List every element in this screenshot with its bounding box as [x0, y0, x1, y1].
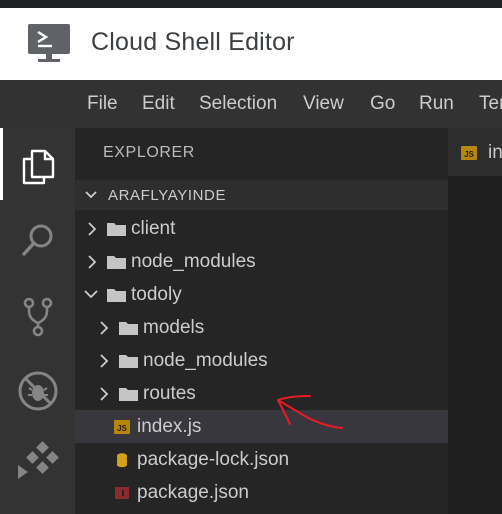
app-header: Cloud Shell Editor [0, 8, 502, 80]
workspace-section-header[interactable]: ARAFLYAYINDE [75, 180, 448, 210]
tree-item-label: routes [143, 383, 196, 404]
chevron-right-icon [100, 321, 109, 335]
source-control-button[interactable] [0, 284, 75, 350]
search-icon [21, 224, 52, 256]
tree-item-label: todoly [131, 284, 182, 305]
menu-edit[interactable]: Edit [142, 93, 175, 115]
folder-icon [107, 223, 126, 236]
chevron-right-icon [88, 255, 97, 269]
tree-item-index-js[interactable]: JS index.js [75, 410, 448, 443]
menu-view[interactable]: View [303, 93, 344, 115]
tree-item-label: client [131, 218, 176, 239]
chevron-right-icon [100, 387, 109, 401]
explorer-title: EXPLORER [103, 144, 195, 161]
chevron-right-icon [100, 354, 109, 368]
tree-item-routes[interactable]: routes [75, 377, 448, 410]
tree-item-label: package-lock.json [137, 449, 290, 470]
run-debug-button[interactable] [0, 358, 75, 424]
workspace-name: ARAFLYAYINDE [108, 187, 227, 204]
tree-item-node-modules[interactable]: node_modules [75, 245, 448, 278]
tree-item-package-json[interactable]: package.json [75, 476, 448, 509]
folder-icon [119, 355, 138, 368]
files-icon [22, 149, 54, 185]
chevron-down-icon [85, 191, 97, 199]
annotation-arrow-icon [277, 395, 343, 429]
js-file-icon: JS [461, 146, 477, 160]
menu-terminal[interactable]: Terminal [479, 93, 502, 115]
tree-item-label: node_modules [131, 251, 256, 272]
menu-bar: File Edit Selection View Go Run Terminal [0, 80, 502, 128]
npm-icon [115, 487, 129, 499]
menu-run[interactable]: Run [419, 93, 454, 115]
menu-selection[interactable]: Selection [199, 93, 277, 115]
tree-item-label: package.json [137, 482, 249, 503]
svg-text:JS: JS [464, 150, 474, 159]
tree-item-label: models [143, 317, 205, 338]
search-button[interactable] [0, 207, 75, 273]
app-title: Cloud Shell Editor [91, 28, 295, 56]
folder-icon [119, 322, 138, 335]
database-icon [117, 453, 127, 468]
folder-icon [107, 256, 126, 269]
tab-label: index.js [488, 142, 502, 163]
editor-tab-bar: JS index.js [448, 128, 502, 176]
folder-icon [119, 388, 138, 401]
chevron-down-icon [84, 290, 98, 299]
menu-file[interactable]: File [87, 93, 118, 115]
extensions-button[interactable] [0, 428, 75, 494]
editor-area: JS index.js [448, 128, 502, 514]
js-file-icon: JS [114, 420, 130, 434]
cloud-shell-logo-icon [28, 24, 70, 62]
tree-item-client[interactable]: client [75, 212, 448, 245]
tree-item-label: index.js [137, 416, 202, 437]
svg-text:JS: JS [117, 424, 127, 433]
top-strip [0, 0, 502, 8]
tab-index-js[interactable]: JS index.js [448, 128, 502, 176]
extensions-icon [17, 441, 59, 479]
tree-item-todoly-node-modules[interactable]: node_modules [75, 344, 448, 377]
chevron-right-icon [88, 222, 97, 236]
folder-open-icon [107, 289, 126, 302]
tree-item-label: node_modules [143, 350, 268, 371]
explorer-sidebar: EXPLORER ARAFLYAYINDE client node_module… [75, 128, 448, 514]
tree-item-todoly[interactable]: todoly [75, 278, 448, 311]
debug-icon [18, 371, 57, 411]
explorer-button[interactable] [0, 134, 75, 200]
tree-item-package-lock-json[interactable]: package-lock.json [75, 443, 448, 476]
menu-go[interactable]: Go [370, 93, 395, 115]
activity-bar [0, 128, 75, 514]
source-control-icon [23, 297, 52, 337]
tree-item-models[interactable]: models [75, 311, 448, 344]
